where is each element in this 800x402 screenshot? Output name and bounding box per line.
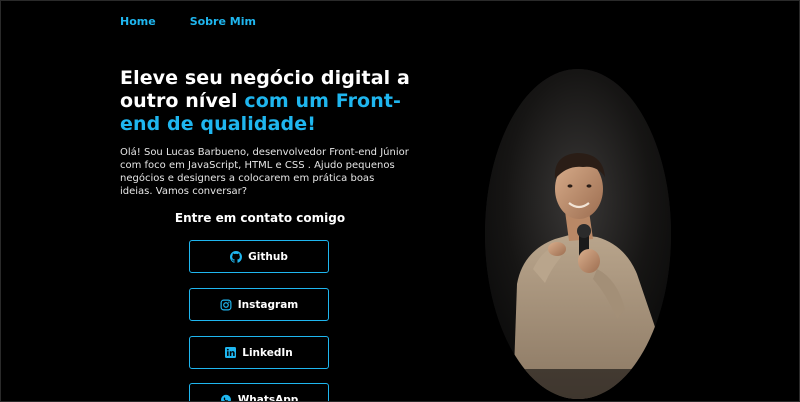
- nav-link-home[interactable]: Home: [120, 15, 156, 28]
- github-button-label: Github: [248, 250, 288, 263]
- instagram-button[interactable]: Instagram: [189, 288, 329, 321]
- hero-headline: Eleve seu negócio digital a outro nível …: [120, 67, 410, 136]
- hero-intro: Olá! Sou Lucas Barbueno, desenvolvedor F…: [120, 147, 409, 197]
- instagram-icon: [220, 299, 232, 310]
- profile-photo-image: [485, 69, 671, 399]
- linkedin-button[interactable]: LinkedIn: [189, 336, 329, 369]
- instagram-button-label: Instagram: [237, 298, 299, 311]
- linkedin-button-label: LinkedIn: [242, 346, 293, 359]
- whatsapp-button[interactable]: WhatsApp: [189, 383, 329, 402]
- page-frame: Home Sobre Mim Eleve seu negócio digital…: [0, 0, 800, 402]
- nav-link-about[interactable]: Sobre Mim: [190, 15, 256, 28]
- github-button[interactable]: Github: [189, 240, 329, 273]
- profile-photo: [485, 69, 671, 399]
- contact-title: Entre em contato comigo: [174, 211, 346, 225]
- whatsapp-button-label: WhatsApp: [237, 393, 299, 402]
- linkedin-icon: [225, 347, 237, 358]
- github-icon: [230, 250, 243, 263]
- whatsapp-icon: [220, 394, 231, 401]
- top-nav: Home Sobre Mim: [120, 15, 256, 28]
